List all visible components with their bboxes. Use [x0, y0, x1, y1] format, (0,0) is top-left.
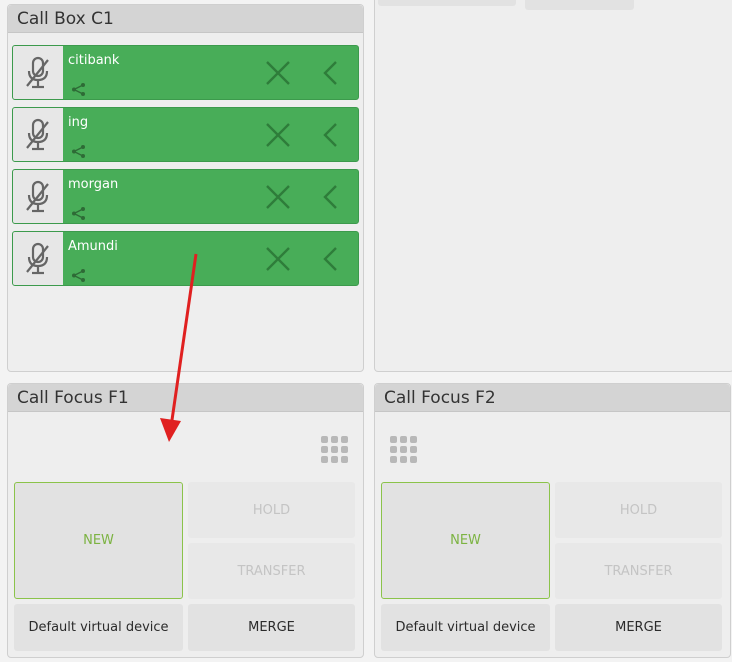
- chevron-left-icon[interactable]: [322, 60, 338, 86]
- keypad-icon[interactable]: [321, 436, 349, 464]
- mute-button[interactable]: [13, 108, 63, 161]
- call-item-name: Amundi: [68, 239, 118, 254]
- transfer-button[interactable]: TRANSFER: [188, 543, 355, 599]
- route-icon: [72, 83, 85, 96]
- call-box-title: Call Box C1: [8, 5, 363, 33]
- call-focus-f2-panel: Call Focus F2 NEW HOLD TRANSFER Default …: [374, 383, 731, 658]
- merge-button[interactable]: MERGE: [188, 604, 355, 651]
- hold-button[interactable]: HOLD: [555, 482, 722, 538]
- keypad-icon[interactable]: [390, 436, 418, 464]
- new-button[interactable]: NEW: [381, 482, 550, 599]
- call-item-ing[interactable]: ing: [12, 107, 359, 162]
- close-icon[interactable]: [265, 60, 291, 86]
- call-item-morgan[interactable]: morgan: [12, 169, 359, 224]
- mute-button[interactable]: [13, 170, 63, 223]
- call-focus-f1-title: Call Focus F1: [8, 384, 363, 412]
- close-icon[interactable]: [265, 184, 291, 210]
- call-item-citibank[interactable]: citibank: [12, 45, 359, 100]
- call-focus-f2-title: Call Focus F2: [375, 384, 730, 412]
- device-button[interactable]: Default virtual device: [14, 604, 183, 651]
- route-icon: [72, 207, 85, 220]
- chevron-left-icon[interactable]: [322, 246, 338, 272]
- mute-button[interactable]: [13, 232, 63, 285]
- mute-button[interactable]: [13, 46, 63, 99]
- microphone-muted-icon: [26, 56, 49, 88]
- hold-button[interactable]: HOLD: [188, 482, 355, 538]
- partial-button[interactable]: [525, 0, 634, 10]
- microphone-muted-icon: [26, 180, 49, 212]
- chevron-left-icon[interactable]: [322, 122, 338, 148]
- call-focus-f1-panel: Call Focus F1 NEW HOLD TRANSFER Default …: [7, 383, 364, 658]
- chevron-left-icon[interactable]: [322, 184, 338, 210]
- empty-panel: [374, 0, 732, 372]
- close-icon[interactable]: [265, 246, 291, 272]
- route-icon: [72, 145, 85, 158]
- route-icon: [72, 269, 85, 282]
- call-item-name: ing: [68, 115, 89, 130]
- partial-button[interactable]: [378, 0, 516, 6]
- call-box-panel: Call Box C1 citibank ing morgan Amundi: [7, 4, 364, 372]
- microphone-muted-icon: [26, 118, 49, 150]
- call-item-name: citibank: [68, 53, 120, 68]
- new-button[interactable]: NEW: [14, 482, 183, 599]
- device-button[interactable]: Default virtual device: [381, 604, 550, 651]
- call-item-name: morgan: [68, 177, 119, 192]
- merge-button[interactable]: MERGE: [555, 604, 722, 651]
- close-icon[interactable]: [265, 122, 291, 148]
- microphone-muted-icon: [26, 242, 49, 274]
- call-item-amundi[interactable]: Amundi: [12, 231, 359, 286]
- transfer-button[interactable]: TRANSFER: [555, 543, 722, 599]
